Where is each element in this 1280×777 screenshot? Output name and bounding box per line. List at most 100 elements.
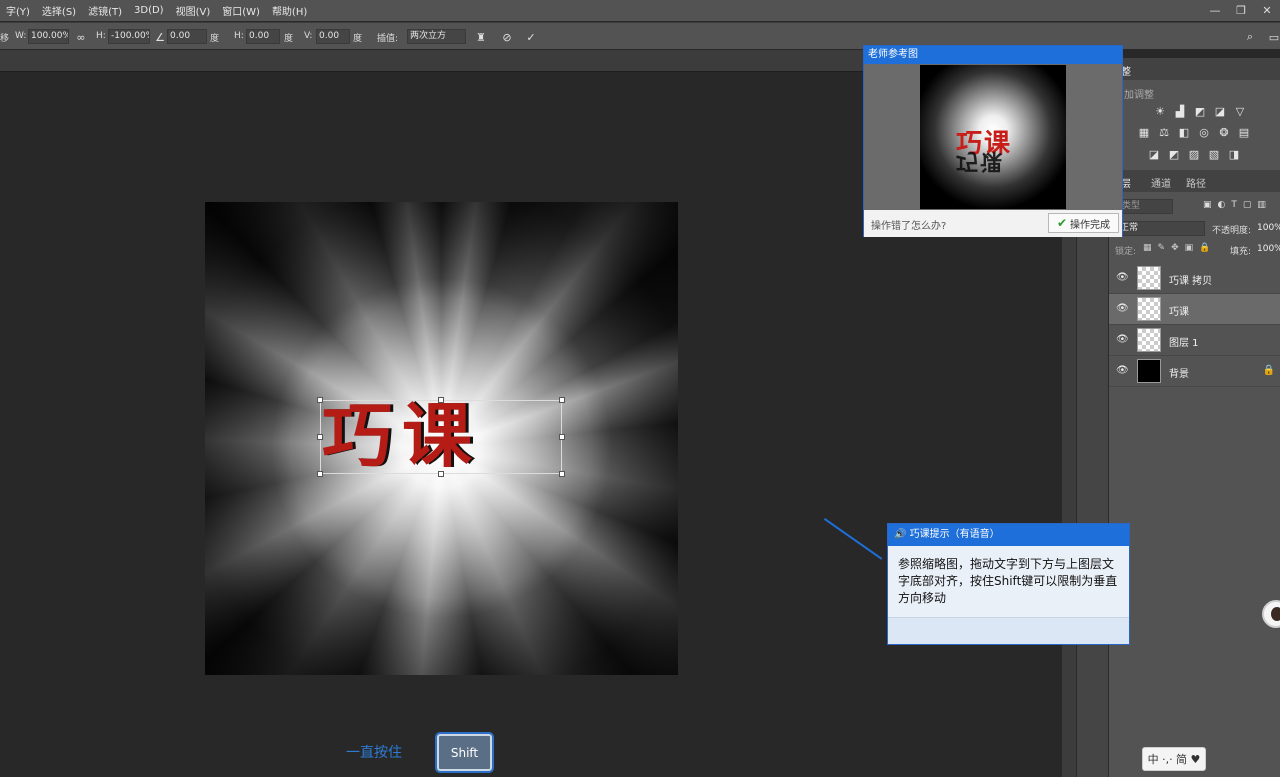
menu-bar: 字(Y) 选择(S) 滤镜(T) 3D(D) 视图(V) 窗口(W) 帮助(H) (0, 0, 1280, 21)
tip-title-text: 巧课提示（有语音） (909, 529, 1000, 540)
commit-transform-icon[interactable]: ✓ (523, 29, 539, 45)
layer-thumbnail (1137, 359, 1161, 383)
search-icon[interactable]: ⌕ (1242, 29, 1258, 45)
posterize-icon[interactable]: ◩ (1167, 147, 1181, 161)
right-panel: 整 加调整 ☀ ▟ ◩ ◪ ▽ ▦ ⚖ ◧ ◎ ❂ ▤ ◪ ◩ ▨ ▧ ◨ 层 … (1108, 58, 1280, 777)
curves-icon[interactable]: ◩ (1193, 104, 1207, 118)
eye-icon[interactable]: 👁 (1116, 303, 1129, 315)
lock-label: 锁定: (1115, 247, 1137, 257)
transform-handle-r[interactable] (559, 434, 565, 440)
height-field[interactable]: -100.00% (108, 29, 150, 44)
speaker-icon[interactable]: 🔊 (894, 529, 910, 540)
hskew-unit: 度 (284, 34, 294, 44)
interpolation-select[interactable]: 两次立方 (407, 29, 466, 44)
tab-channels[interactable]: 通道 (1151, 175, 1171, 190)
lock-all-icon[interactable]: 🔒 (1199, 243, 1210, 253)
width-label: W: (15, 31, 27, 41)
levels-icon[interactable]: ▟ (1173, 104, 1187, 118)
menu-view[interactable]: 视图(V) (170, 3, 217, 18)
layer-thumbnail (1137, 297, 1161, 321)
menu-select[interactable]: 选择(S) (36, 3, 82, 18)
ime-toolbar[interactable]: 中 ·,· 简 ♥ (1142, 747, 1206, 771)
fill-field[interactable]: 100% (1257, 244, 1280, 254)
cancel-transform-icon[interactable]: ⊘ (499, 29, 515, 45)
lock-icon: 🔒 (1262, 365, 1275, 376)
hold-key-hint: 一直按住 (346, 745, 402, 761)
window-controls: — ❐ ✕ (1202, 0, 1280, 21)
lock-pixels-icon[interactable]: ✎ (1158, 243, 1166, 253)
eye-icon[interactable]: 👁 (1116, 334, 1129, 346)
warp-icon[interactable]: ♜ (473, 29, 489, 45)
type-filter-icon[interactable]: T (1231, 200, 1237, 210)
menu-filter[interactable]: 滤镜(T) (82, 3, 128, 18)
adjustments-row-3: ◪ ◩ ▨ ▧ ◨ (1147, 147, 1241, 161)
angle-field[interactable]: 0.00 (167, 29, 207, 44)
layer-name: 巧课 拷贝 (1169, 276, 1213, 287)
transform-handle-l[interactable] (317, 434, 323, 440)
gradient-map-icon[interactable]: ▧ (1207, 147, 1221, 161)
layer-filter-icons: ▣ ◐ T ▢ ▥ (1203, 200, 1266, 210)
vskew-field[interactable]: 0.00 (316, 29, 350, 44)
angle-icon: ∠ (155, 30, 165, 44)
layer-row-selected[interactable]: 👁 巧课 (1109, 294, 1280, 325)
restore-button[interactable]: ❐ (1228, 0, 1254, 21)
hue-saturation-icon[interactable]: ▦ (1137, 125, 1151, 139)
transform-bounding-box[interactable] (317, 397, 565, 477)
hskew-label: H: (234, 31, 244, 41)
color-lookup-icon[interactable]: ▤ (1237, 125, 1251, 139)
transform-handle-t[interactable] (438, 397, 444, 403)
opacity-label: 不透明度: (1212, 226, 1252, 236)
lock-position-icon[interactable]: ✥ (1171, 243, 1179, 253)
help-link[interactable]: 操作错了怎么办? (871, 217, 946, 232)
transform-handle-bl[interactable] (317, 471, 323, 477)
workspace-icon[interactable]: ▭ (1266, 29, 1280, 45)
done-button[interactable]: ✔ 操作完成 (1048, 213, 1119, 233)
hskew-field[interactable]: 0.00 (246, 29, 280, 44)
opacity-field[interactable]: 100% (1257, 223, 1280, 233)
reference-popup-footer: 操作错了怎么办? ✔ 操作完成 (864, 210, 1122, 237)
done-button-label: 操作完成 (1070, 219, 1111, 231)
black-white-icon[interactable]: ◧ (1177, 125, 1191, 139)
adjustments-row-2: ▦ ⚖ ◧ ◎ ❂ ▤ (1137, 125, 1251, 139)
adjustments-tabbar: 整 (1109, 58, 1280, 80)
selective-color-icon[interactable]: ◨ (1227, 147, 1241, 161)
color-balance-icon[interactable]: ⚖ (1157, 125, 1171, 139)
eye-icon[interactable]: 👁 (1116, 365, 1129, 377)
lock-artboard-icon[interactable]: ▣ (1185, 243, 1194, 253)
menu-type[interactable]: 字(Y) (0, 3, 36, 18)
adjustment-filter-icon[interactable]: ◐ (1218, 200, 1226, 210)
photo-filter-icon[interactable]: ◎ (1197, 125, 1211, 139)
layer-row[interactable]: 👁 图层 1 (1109, 325, 1280, 356)
menu-window[interactable]: 窗口(W) (216, 3, 266, 18)
shape-filter-icon[interactable]: ▢ (1243, 200, 1252, 210)
threshold-icon[interactable]: ▨ (1187, 147, 1201, 161)
layer-row[interactable]: 👁 背景 🔒 (1109, 356, 1280, 387)
eye-icon[interactable]: 👁 (1116, 272, 1129, 284)
invert-icon[interactable]: ◪ (1147, 147, 1161, 161)
width-field[interactable]: 100.00% (28, 29, 69, 44)
reference-popup: 老师参考图 巧课 巧课 操作错了怎么办? ✔ 操作完成 (863, 45, 1123, 237)
vibrance-icon[interactable]: ▽ (1233, 104, 1247, 118)
layer-filter-field[interactable]: 类型 (1115, 199, 1173, 214)
link-icon[interactable]: ∞ (73, 29, 89, 45)
tab-paths[interactable]: 路径 (1186, 175, 1206, 190)
smart-filter-icon[interactable]: ▥ (1257, 200, 1266, 210)
close-button[interactable]: ✕ (1254, 0, 1280, 21)
channel-mixer-icon[interactable]: ❂ (1217, 125, 1231, 139)
exposure-icon[interactable]: ◪ (1213, 104, 1227, 118)
blend-mode-select[interactable]: 正常 (1113, 221, 1205, 236)
pixel-filter-icon[interactable]: ▣ (1203, 200, 1212, 210)
menu-help[interactable]: 帮助(H) (266, 3, 313, 18)
lock-transparent-icon[interactable]: ▦ (1143, 243, 1152, 253)
minimize-button[interactable]: — (1202, 0, 1228, 21)
menu-3d[interactable]: 3D(D) (128, 5, 170, 16)
vskew-unit: 度 (353, 34, 363, 44)
brightness-icon[interactable]: ☀ (1153, 104, 1167, 118)
transform-handle-b[interactable] (438, 471, 444, 477)
transform-handle-tr[interactable] (559, 397, 565, 403)
transform-handle-tl[interactable] (317, 397, 323, 403)
layer-row[interactable]: 👁 巧课 拷贝 (1109, 263, 1280, 294)
checkmark-icon: ✔ (1056, 216, 1068, 230)
vskew-label: V: (304, 31, 313, 41)
transform-handle-br[interactable] (559, 471, 565, 477)
